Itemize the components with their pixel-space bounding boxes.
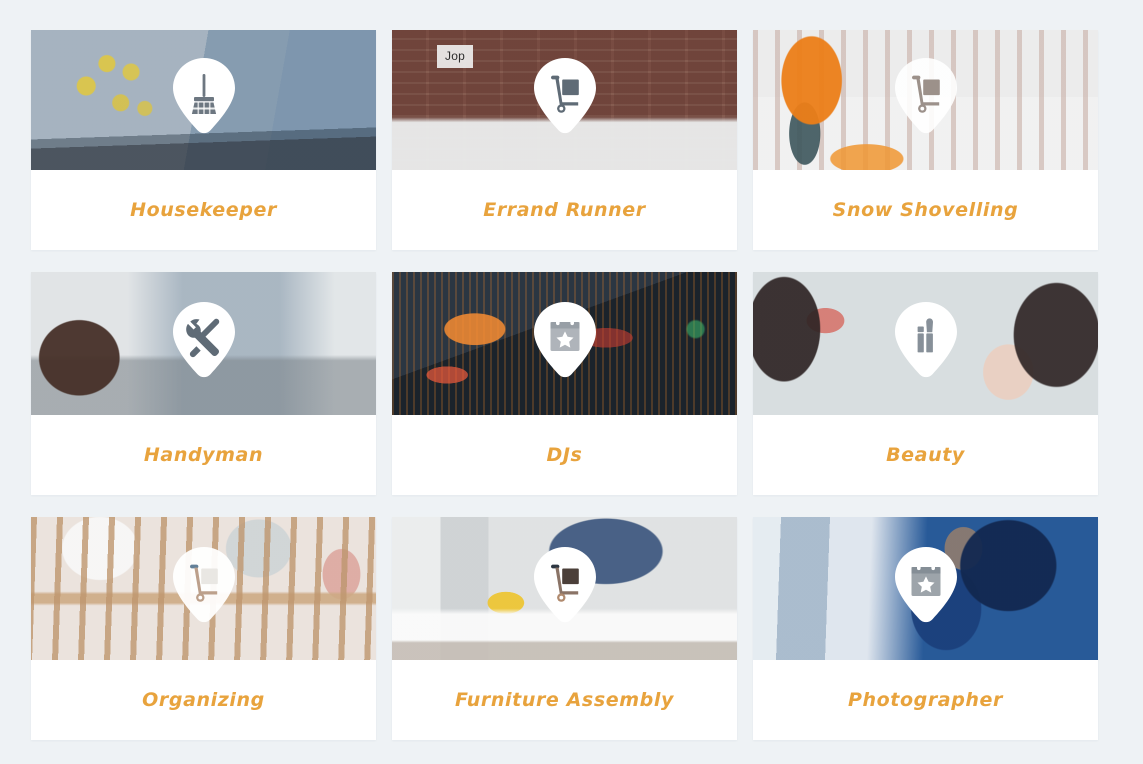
- card-caption: Handyman: [31, 415, 376, 495]
- card-caption: Photographer: [753, 660, 1098, 740]
- category-card-beauty[interactable]: Beauty: [753, 272, 1098, 495]
- wrench-screwdriver-icon: [172, 301, 235, 378]
- card-caption: DJs: [392, 415, 737, 495]
- category-row: Organizing Furniture Assembly Photograph…: [31, 517, 1112, 740]
- card-title: Organizing: [142, 689, 265, 711]
- card-title: DJs: [546, 444, 583, 466]
- broom-icon: [172, 58, 235, 134]
- hand-truck-icon: [533, 546, 596, 623]
- card-photo: [31, 272, 376, 415]
- card-title: Handyman: [143, 444, 264, 466]
- makeup-brush-icon: [894, 301, 957, 378]
- category-card-djs[interactable]: DJs: [392, 272, 737, 495]
- category-card-organizing[interactable]: Organizing: [31, 517, 376, 740]
- card-photo: [392, 517, 737, 660]
- card-caption: Organizing: [31, 660, 376, 740]
- card-photo: [753, 272, 1098, 415]
- card-photo: [31, 30, 376, 170]
- hand-truck-icon: [533, 58, 596, 134]
- card-caption: Furniture Assembly: [392, 660, 737, 740]
- category-card-housekeeper[interactable]: Housekeeper: [31, 30, 376, 250]
- job-badge: Jop: [437, 45, 473, 68]
- hand-truck-icon: [894, 58, 957, 134]
- category-card-snow-shovelling[interactable]: Snow Shovelling: [753, 30, 1098, 250]
- calendar-star-icon: [533, 301, 596, 378]
- card-caption: Housekeeper: [31, 170, 376, 250]
- card-title: Beauty: [886, 444, 965, 466]
- category-card-errand-runner[interactable]: Jop Errand Runner: [392, 30, 737, 250]
- card-title: Photographer: [847, 689, 1004, 711]
- card-photo: [392, 272, 737, 415]
- calendar-star-icon: [894, 546, 957, 623]
- category-card-photographer[interactable]: Photographer: [753, 517, 1098, 740]
- category-card-handyman[interactable]: Handyman: [31, 272, 376, 495]
- category-grid: Housekeeper Jop Errand Runner Snow Shove…: [0, 30, 1143, 764]
- card-title: Errand Runner: [483, 199, 646, 221]
- card-photo: [753, 517, 1098, 660]
- card-photo: [31, 517, 376, 660]
- card-photo: Jop: [392, 30, 737, 170]
- card-caption: Beauty: [753, 415, 1098, 495]
- category-card-furniture-assembly[interactable]: Furniture Assembly: [392, 517, 737, 740]
- category-row: Handyman DJs Beauty: [31, 272, 1112, 495]
- card-title: Snow Shovelling: [832, 199, 1019, 221]
- card-title: Housekeeper: [130, 199, 277, 221]
- card-caption: Errand Runner: [392, 170, 737, 250]
- card-caption: Snow Shovelling: [753, 170, 1098, 250]
- category-row: Housekeeper Jop Errand Runner Snow Shove…: [31, 30, 1112, 250]
- hand-truck-icon: [172, 546, 235, 623]
- card-title: Furniture Assembly: [455, 689, 674, 711]
- card-photo: [753, 30, 1098, 170]
